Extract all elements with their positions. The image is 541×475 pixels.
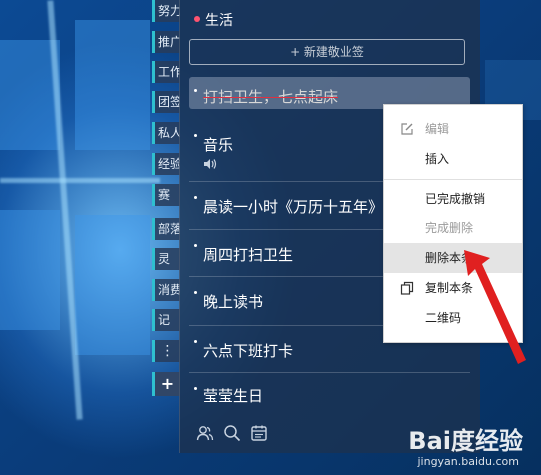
task-label: 晚上读书	[203, 293, 264, 311]
panel-title-text: 生活	[205, 13, 233, 29]
menu-item-edit[interactable]: 编辑	[384, 114, 522, 144]
menu-item-label: 插入	[425, 152, 450, 166]
category-tab[interactable]: 工作	[152, 61, 180, 83]
category-dot-icon	[194, 16, 200, 22]
light-beam	[0, 178, 160, 183]
bullet-icon	[194, 244, 197, 247]
category-tab[interactable]: 灵	[152, 248, 180, 270]
task-label: 莹莹生日	[203, 387, 264, 405]
bullet-icon	[194, 291, 197, 294]
category-tab[interactable]: 经验	[152, 153, 180, 175]
calendar-icon[interactable]	[250, 424, 268, 442]
task-label: 六点下班打卡	[203, 342, 294, 360]
pointer-arrow-icon	[464, 250, 526, 364]
add-category-button[interactable]: +	[152, 372, 180, 396]
window-pane	[75, 215, 150, 355]
menu-divider	[384, 179, 522, 180]
bullet-icon	[194, 340, 197, 343]
category-tab[interactable]: 消费	[152, 279, 180, 301]
task-label: 音乐	[203, 136, 234, 154]
task-item[interactable]: 莹莹生日	[189, 375, 470, 411]
menu-item-label: 完成删除	[425, 221, 474, 235]
sound-icon[interactable]	[203, 158, 217, 170]
task-label: 晨读一小时《万历十五年》	[203, 198, 384, 216]
category-tab[interactable]: 记	[152, 309, 180, 331]
menu-item-label: 编辑	[425, 122, 450, 136]
category-tab[interactable]: 推广	[152, 31, 180, 53]
task-label: 周四打扫卫生	[203, 246, 294, 264]
bullet-icon	[194, 196, 197, 199]
watermark-url: jingyan.baidu.com	[417, 455, 519, 468]
task-label: 打扫卫生，七点起床	[203, 88, 339, 106]
more-tabs-icon[interactable]: ⋮	[152, 340, 180, 362]
watermark-logo: Bai度经验	[408, 427, 523, 455]
menu-item-label: 已完成撤销	[425, 192, 486, 206]
team-icon[interactable]	[196, 424, 214, 442]
menu-item-label: 二维码	[425, 311, 462, 325]
window-pane	[0, 210, 60, 330]
category-tab[interactable]: 部落	[152, 218, 180, 240]
bullet-icon	[194, 387, 197, 390]
menu-item-complete-delete[interactable]: 完成删除	[384, 213, 522, 243]
bullet-icon	[194, 134, 197, 137]
category-tab[interactable]: 私人	[152, 122, 180, 144]
category-tab[interactable]: 赛	[152, 184, 180, 206]
baidu-watermark: Bai度经验 jingyan.baidu.com	[383, 415, 523, 475]
bullet-icon	[194, 89, 197, 92]
menu-item-insert[interactable]: 插入	[384, 144, 522, 174]
category-tabs: 努力 推广 工作 团签 私人 经验 赛 部落 灵 消费 记 ⋮ +	[152, 0, 180, 400]
menu-item-undo-complete[interactable]: 已完成撤销	[384, 184, 522, 214]
edit-icon	[401, 123, 413, 135]
category-tab[interactable]: 努力	[152, 0, 180, 22]
new-note-button[interactable]: + 新建敬业签	[189, 39, 465, 65]
category-tab[interactable]: 团签	[152, 91, 180, 113]
panel-title: 生活	[194, 10, 233, 30]
search-icon[interactable]	[223, 424, 241, 442]
copy-icon	[400, 281, 414, 295]
window-pane	[75, 20, 150, 150]
